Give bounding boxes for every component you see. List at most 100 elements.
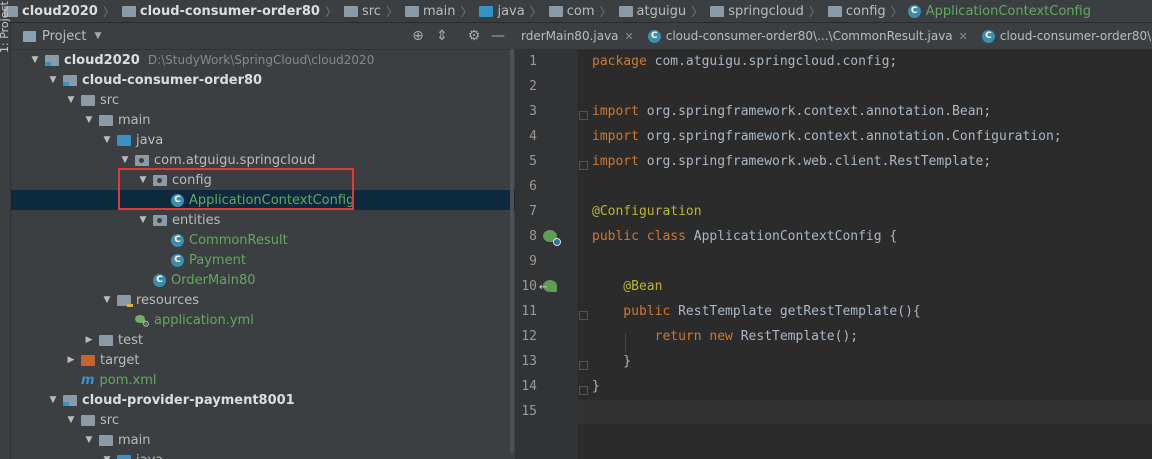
- chevron-right-icon: 〉: [102, 4, 115, 19]
- line-number: 4: [529, 129, 537, 144]
- chevron-right-icon: 〉: [599, 4, 612, 19]
- code-line: public RestTemplate getRestTemplate(){: [592, 304, 921, 319]
- editor-tab[interactable]: Ccloud-consumer-order80\...\: [976, 23, 1152, 49]
- breadcrumb-item[interactable]: atguigu: [615, 4, 689, 19]
- expand-arrow-icon[interactable]: ▼: [83, 435, 95, 445]
- fold-marker[interactable]: [579, 111, 588, 120]
- spring-bean-config-icon[interactable]: [543, 230, 561, 246]
- tree-item[interactable]: C CommonResult: [11, 230, 515, 250]
- code-token: public: [592, 304, 679, 319]
- chevron-right-icon: 〉: [691, 4, 704, 19]
- tree-item-label: src: [100, 92, 119, 108]
- breadcrumb-label: springcloud: [728, 3, 804, 19]
- fold-marker[interactable]: [579, 161, 588, 170]
- folder-icon: [343, 5, 358, 17]
- tree-item-label: entities: [172, 212, 221, 228]
- breadcrumb-item[interactable]: src: [340, 4, 383, 19]
- breadcrumb-item[interactable]: cloud2020: [0, 4, 100, 19]
- editor-tab[interactable]: rderMain80.java ✕: [515, 23, 642, 49]
- source-folder-icon: [117, 134, 131, 146]
- tree-item-label: main: [118, 432, 151, 448]
- project-tool-window-button[interactable]: 1: Project: [0, 1, 11, 53]
- tree-item[interactable]: ▼ entities: [11, 210, 515, 230]
- fold-marker[interactable]: [579, 386, 588, 395]
- expand-arrow-icon[interactable]: ▼: [101, 295, 113, 305]
- tree-item[interactable]: ▼ cloud-provider-payment8001: [11, 390, 515, 410]
- code-token: RestTemplate getRestTemplate(){: [678, 304, 921, 319]
- expand-arrow-icon[interactable]: ▼: [83, 115, 95, 125]
- hide-icon[interactable]: —: [489, 27, 507, 45]
- tree-item[interactable]: ▼ cloud-consumer-order80: [11, 70, 515, 90]
- breadcrumb-item[interactable]: com: [545, 4, 597, 19]
- editor-tab[interactable]: Ccloud-consumer-order80\...\CommonResult…: [642, 23, 976, 49]
- expand-arrow-icon[interactable]: ▼: [65, 415, 77, 425]
- line-number: 5: [529, 154, 537, 169]
- package-icon: [153, 214, 167, 226]
- tree-item[interactable]: ▼ main: [11, 110, 515, 130]
- breadcrumb-item[interactable]: main: [401, 4, 457, 19]
- expand-arrow-icon[interactable]: ▼: [101, 135, 113, 145]
- collapse-icon[interactable]: ⇕: [433, 27, 451, 45]
- line-number: 13: [521, 354, 537, 369]
- fold-marker[interactable]: [579, 311, 588, 320]
- line-number: 3: [529, 104, 537, 119]
- line-number: 10: [521, 279, 537, 294]
- chevron-right-icon: 〉: [808, 4, 821, 19]
- close-icon[interactable]: ✕: [959, 30, 968, 43]
- folder-icon: [81, 414, 95, 426]
- tree-item-label: test: [118, 332, 143, 348]
- tree-item[interactable]: ▶ test: [11, 330, 515, 350]
- tree-item[interactable]: ▼ java: [11, 450, 515, 459]
- project-view-selector[interactable]: Project: [42, 29, 86, 44]
- expand-arrow-icon[interactable]: ▼: [29, 55, 41, 65]
- tree-item[interactable]: ▼ java: [11, 130, 515, 150]
- code-token: org.springframework.context.annotation.C…: [646, 129, 1062, 144]
- collapse-arrow-icon[interactable]: ▶: [65, 355, 77, 365]
- folder-icon: [81, 94, 95, 106]
- tree-item-label: src: [100, 412, 119, 428]
- tree-item[interactable]: ▼ com.atguigu.springcloud: [11, 150, 515, 170]
- breadcrumb-item[interactable]: config: [824, 4, 888, 19]
- panel-scrollbar[interactable]: [510, 49, 514, 453]
- tree-item-label: main: [118, 112, 151, 128]
- tree-item[interactable]: C Payment: [11, 250, 515, 270]
- code-line: import org.springframework.web.client.Re…: [592, 154, 991, 169]
- class-icon: C: [907, 4, 921, 18]
- line-number: 9: [529, 254, 537, 269]
- expand-arrow-icon[interactable]: ▼: [137, 215, 149, 225]
- code-line: @Bean: [592, 279, 662, 294]
- breadcrumb-item[interactable]: cloud-consumer-order80: [118, 4, 322, 19]
- tree-item[interactable]: ▼ cloud2020 D:\StudyWork\SpringCloud\cloud…: [11, 50, 515, 70]
- tree-item[interactable]: m pom.xml: [11, 370, 515, 390]
- expand-arrow-icon[interactable]: ▼: [47, 75, 59, 85]
- tree-item-label: cloud2020: [64, 52, 140, 68]
- crosshair-icon[interactable]: ⊕: [409, 27, 427, 45]
- expand-arrow-icon[interactable]: ▼: [65, 95, 77, 105]
- collapse-arrow-icon[interactable]: ▶: [83, 335, 95, 345]
- breadcrumb-item[interactable]: springcloud: [706, 4, 806, 19]
- spring-bean-icon[interactable]: ←: [539, 280, 561, 296]
- tree-item[interactable]: C OrderMain80: [11, 270, 515, 290]
- tree-item[interactable]: ▼ resources: [11, 290, 515, 310]
- expand-arrow-icon[interactable]: ▼: [47, 395, 59, 405]
- expand-arrow-icon[interactable]: ▼: [101, 455, 113, 459]
- fold-marker[interactable]: [579, 361, 588, 370]
- tree-item[interactable]: ▶ target: [11, 350, 515, 370]
- module-folder-icon: [63, 74, 77, 86]
- close-icon[interactable]: ✕: [625, 30, 634, 43]
- tree-item[interactable]: ▼ src: [11, 410, 515, 430]
- editor-tabs: rderMain80.java ✕ Ccloud-consumer-order80\…: [515, 23, 1152, 50]
- tree-item[interactable]: ▼ src: [11, 90, 515, 110]
- code-line: package com.atguigu.springcloud.config;: [592, 54, 897, 69]
- expand-arrow-icon[interactable]: ▼: [119, 155, 131, 165]
- line-number: 12: [521, 329, 537, 344]
- breadcrumb-item[interactable]: java: [475, 4, 526, 19]
- tree-item[interactable]: ▼ main: [11, 430, 515, 450]
- chevron-right-icon: 〉: [460, 4, 473, 19]
- breadcrumb-item[interactable]: C ApplicationContextConfig: [906, 4, 1093, 19]
- chevron-down-icon[interactable]: ▼: [94, 31, 101, 41]
- project-panel: Project ▼ ⊕ ⇕ ⚙ — ▼ cloud2020 D:\StudyWork…: [11, 23, 515, 459]
- gear-icon[interactable]: ⚙: [465, 27, 483, 45]
- line-number: 6: [529, 179, 537, 194]
- tree-item[interactable]: application.yml: [11, 310, 515, 330]
